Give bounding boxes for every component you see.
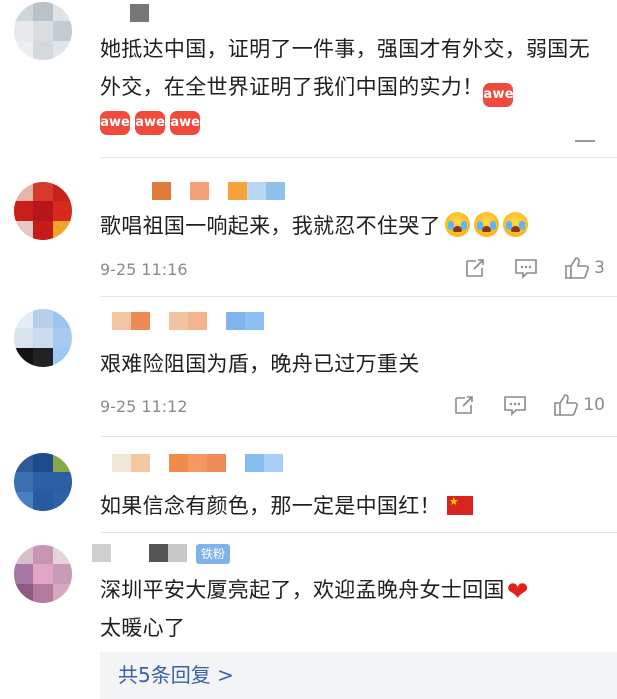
action-bar: 3 [464,256,605,280]
like-count: 3 [594,258,605,278]
username-pixelated[interactable] [130,4,149,22]
comment-text-body: 歌唱祖国一响起来，我就忍不住哭了 [100,214,441,238]
comment-5: 铁粉 深圳平安大厦亮起了，欢迎孟晚舟女士回国❤ 太暖心了 [0,533,617,652]
avatar[interactable] [14,309,72,367]
comment-text-body: 如果信念有颜色，那一定是中国红！ [100,494,441,518]
username-pixelated[interactable] [152,182,285,200]
comment-2: 歌唱祖国一响起来，我就忍不住哭了 9-25 11:16 3 [0,160,617,297]
share-button[interactable] [453,394,475,416]
comment-text: 歌唱祖国一响起来，我就忍不住哭了 [100,207,601,245]
thumbs-up-icon [565,257,590,279]
avatar[interactable] [14,545,72,603]
comment-1: 她抵达中国，证明了一件事，强国才有外交，弱国无外交，在全世界证明了我们中国的实力… [0,0,617,160]
view-replies-link[interactable]: 共5条回复 > [100,652,617,699]
crying-face-icon [473,212,499,237]
avatar[interactable] [14,453,72,511]
comment-icon [504,396,527,416]
comment-text: 如果信念有颜色，那一定是中国红！ [100,487,601,525]
meta-fragment [575,140,595,142]
awesome-sticker-icon: awe [170,111,201,135]
share-icon [466,259,484,277]
comment-3: 艰难险阻国为盾，晚舟已过万重关 9-25 11:12 10 [0,297,617,437]
like-button[interactable]: 3 [564,256,605,280]
comment-text: 艰难险阻国为盾，晚舟已过万重关 [100,345,601,383]
like-count: 10 [583,395,605,415]
like-button[interactable]: 10 [553,393,605,417]
timestamp: 9-25 11:16 [100,260,188,279]
comment-text-body: 她抵达中国，证明了一件事，强国才有外交，弱国无外交，在全世界证明了我们中国的实力… [100,37,590,99]
comment-text-body: 艰难险阻国为盾，晚舟已过万重关 [100,352,420,376]
divider [100,157,617,158]
comment-text-body: 深圳平安大厦亮起了，欢迎孟晚舟女士回国 [100,578,505,602]
awesome-sticker-icon: awe [483,83,514,107]
comment-text: 她抵达中国，证明了一件事，强国才有外交，弱国无外交，在全世界证明了我们中国的实力… [100,30,601,107]
avatar[interactable] [14,2,72,60]
username-pixelated[interactable] [112,312,264,330]
comment-meta: 9-25 11:16 3 [100,256,605,284]
crying-face-icon [502,212,528,237]
username-pixelated[interactable] [92,544,187,562]
awesome-sticker-icon: awe [135,111,166,135]
awesome-sticker-icon: awe [100,111,130,135]
comment-icon [515,259,537,279]
comment-meta: 9-25 11:12 10 [100,393,605,421]
avatar[interactable] [14,182,72,240]
fan-badge: 铁粉 [196,544,231,564]
share-button[interactable] [464,257,486,279]
action-bar: 10 [453,393,605,417]
comment-text-line2: 太暖心了 [100,616,186,640]
timestamp: 9-25 11:12 [100,397,188,416]
comment-button[interactable] [514,257,538,279]
comment-4: 如果信念有颜色，那一定是中国红！ [0,437,617,533]
share-icon [455,396,474,414]
crying-face-icon [444,212,470,237]
username-pixelated[interactable] [112,454,283,472]
comment-button[interactable] [503,394,527,416]
china-flag-icon [446,496,473,515]
thumbs-up-icon [554,394,579,416]
comment-text: 深圳平安大厦亮起了，欢迎孟晚舟女士回国❤ 太暖心了 [100,571,601,647]
sticker-row: awe awe awe [100,107,201,135]
red-heart-icon: ❤ [506,577,529,607]
